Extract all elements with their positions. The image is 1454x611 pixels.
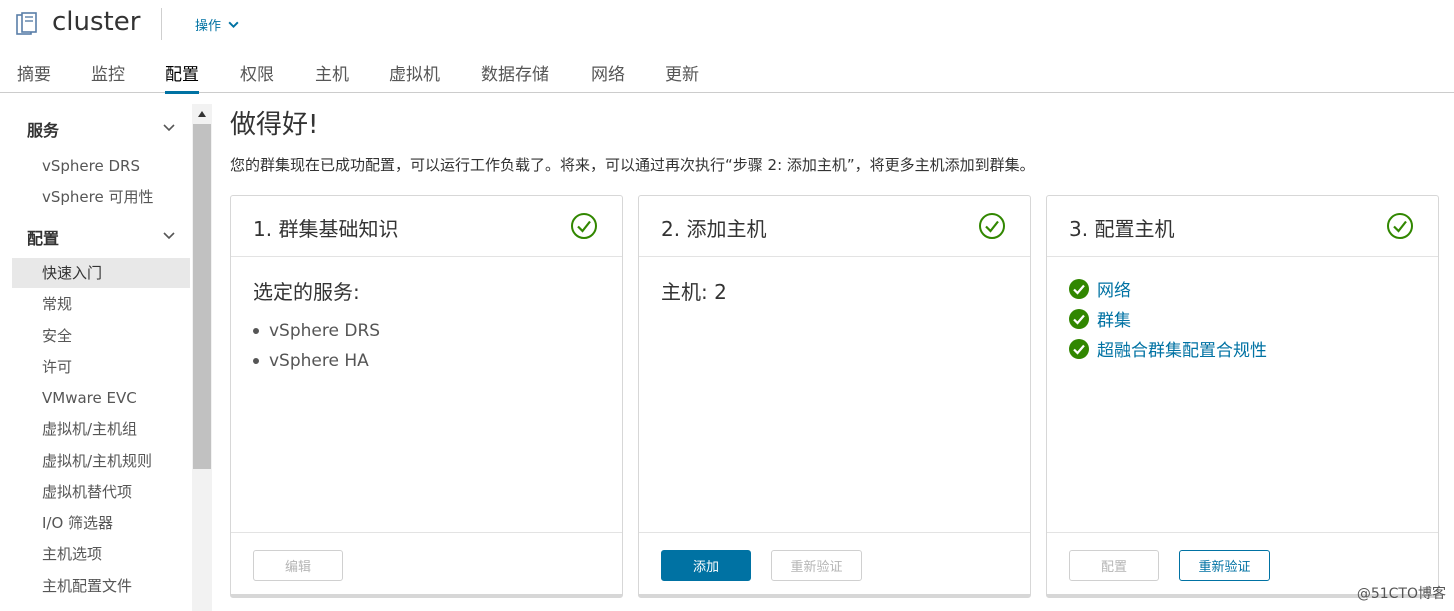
link-label: 网络: [1097, 281, 1131, 301]
watermark: @51CTO博客: [1356, 586, 1446, 602]
sidebar-scrollbar[interactable]: [192, 104, 212, 611]
tab-bar: 摘要 监控 配置 权限 主机 虚拟机 数据存储 网络 更新: [0, 52, 1454, 94]
sidebar-item-vsphere-drs[interactable]: vSphere DRS: [12, 151, 190, 181]
list-item: vSphere HA: [253, 351, 369, 371]
service-name: vSphere HA: [269, 351, 369, 371]
tab-datastores[interactable]: 数据存储: [481, 60, 549, 93]
check-circle-icon: [979, 213, 1005, 239]
selected-services-label: 选定的服务:: [253, 280, 360, 304]
sidebar-item-general[interactable]: 常规: [12, 289, 190, 319]
add-button[interactable]: 添加: [661, 550, 751, 581]
card-footer: 编辑: [231, 532, 622, 596]
tab-configure[interactable]: 配置: [165, 60, 199, 94]
configure-button[interactable]: 配置: [1069, 550, 1159, 581]
check-filled-icon: [1069, 308, 1089, 329]
card-header: 3. 配置主机: [1047, 196, 1438, 257]
scroll-up-arrow-icon[interactable]: [192, 104, 212, 124]
check-filled-icon: [1069, 278, 1089, 299]
tab-summary[interactable]: 摘要: [17, 60, 51, 93]
card-title: 1. 群集基础知识: [253, 217, 399, 241]
object-header: cluster 操作: [0, 0, 1454, 50]
card-cluster-basics: 1. 群集基础知识 选定的服务: vSphere DRS vSphere HA …: [230, 195, 623, 598]
page-title: 做得好!: [230, 110, 319, 140]
sidebar-item-security[interactable]: 安全: [12, 321, 190, 351]
sidebar-item-vm-overrides[interactable]: 虚拟机替代项: [12, 477, 190, 507]
check-circle-icon: [571, 213, 597, 239]
sidebar-item-host-profile[interactable]: 主机配置文件: [12, 571, 190, 601]
card-add-hosts: 2. 添加主机 主机: 2 添加 重新验证: [638, 195, 1031, 598]
actions-label: 操作: [195, 19, 222, 34]
bullet-icon: [253, 358, 259, 364]
header-divider: [161, 8, 162, 40]
tab-vms[interactable]: 虚拟机: [389, 60, 440, 93]
link-networking[interactable]: 网络: [1069, 276, 1131, 301]
sidebar-item-vmware-evc[interactable]: VMware EVC: [12, 383, 190, 413]
link-label: 超融合群集配置合规性: [1097, 341, 1267, 361]
sidebar-item-host-options[interactable]: 主机选项: [12, 539, 190, 569]
object-title: cluster: [52, 7, 141, 37]
tab-hosts[interactable]: 主机: [315, 60, 349, 93]
check-filled-icon: [1069, 338, 1089, 359]
card-title: 2. 添加主机: [661, 217, 767, 241]
check-circle-icon: [1387, 213, 1413, 239]
card-header: 2. 添加主机: [639, 196, 1030, 257]
sidebar-group-services[interactable]: 服务: [27, 117, 59, 141]
service-name: vSphere DRS: [269, 321, 381, 341]
actions-menu-button[interactable]: 操作: [195, 15, 240, 34]
sidebar-item-vm-host-rules[interactable]: 虚拟机/主机规则: [12, 446, 190, 476]
sidebar: 服务 vSphere DRS vSphere 可用性 配置 快速入门 常规 安全…: [12, 104, 192, 611]
tab-networks[interactable]: 网络: [591, 60, 625, 93]
list-item: vSphere DRS: [253, 321, 380, 341]
chevron-down-icon: [228, 21, 239, 29]
tab-updates[interactable]: 更新: [665, 60, 699, 93]
link-hci-compliance[interactable]: 超融合群集配置合规性: [1069, 336, 1267, 361]
chevron-down-icon[interactable]: [162, 229, 176, 243]
cluster-icon: [16, 12, 38, 36]
sidebar-group-configure[interactable]: 配置: [27, 225, 59, 249]
scrollbar-thumb[interactable]: [193, 124, 211, 469]
tab-monitor[interactable]: 监控: [91, 60, 125, 93]
link-label: 群集: [1097, 311, 1131, 331]
revalidate-button[interactable]: 重新验证: [1179, 550, 1270, 581]
chevron-down-icon[interactable]: [162, 121, 176, 135]
sidebar-item-io-filters[interactable]: I/O 筛选器: [12, 508, 190, 538]
card-header: 1. 群集基础知识: [231, 196, 622, 257]
card-configure-hosts: 3. 配置主机 网络 群集 超融合群集配置合规性 配置 重新验证: [1046, 195, 1439, 598]
link-cluster[interactable]: 群集: [1069, 306, 1131, 331]
sidebar-item-licensing[interactable]: 许可: [12, 352, 190, 382]
bullet-icon: [253, 328, 259, 334]
host-count-label: 主机: 2: [661, 280, 727, 304]
sidebar-item-quickstart[interactable]: 快速入门: [12, 258, 190, 288]
sidebar-item-vm-host-groups[interactable]: 虚拟机/主机组: [12, 414, 190, 444]
revalidate-button[interactable]: 重新验证: [771, 550, 862, 581]
edit-button[interactable]: 编辑: [253, 550, 343, 581]
card-footer: 添加 重新验证: [639, 532, 1030, 596]
tab-permissions[interactable]: 权限: [240, 60, 274, 93]
sidebar-item-vsphere-availability[interactable]: vSphere 可用性: [12, 182, 190, 212]
card-title: 3. 配置主机: [1069, 217, 1175, 241]
page-description: 您的群集现在已成功配置，可以运行工作负载了。将来，可以通过再次执行“步骤 2: …: [230, 156, 1035, 174]
